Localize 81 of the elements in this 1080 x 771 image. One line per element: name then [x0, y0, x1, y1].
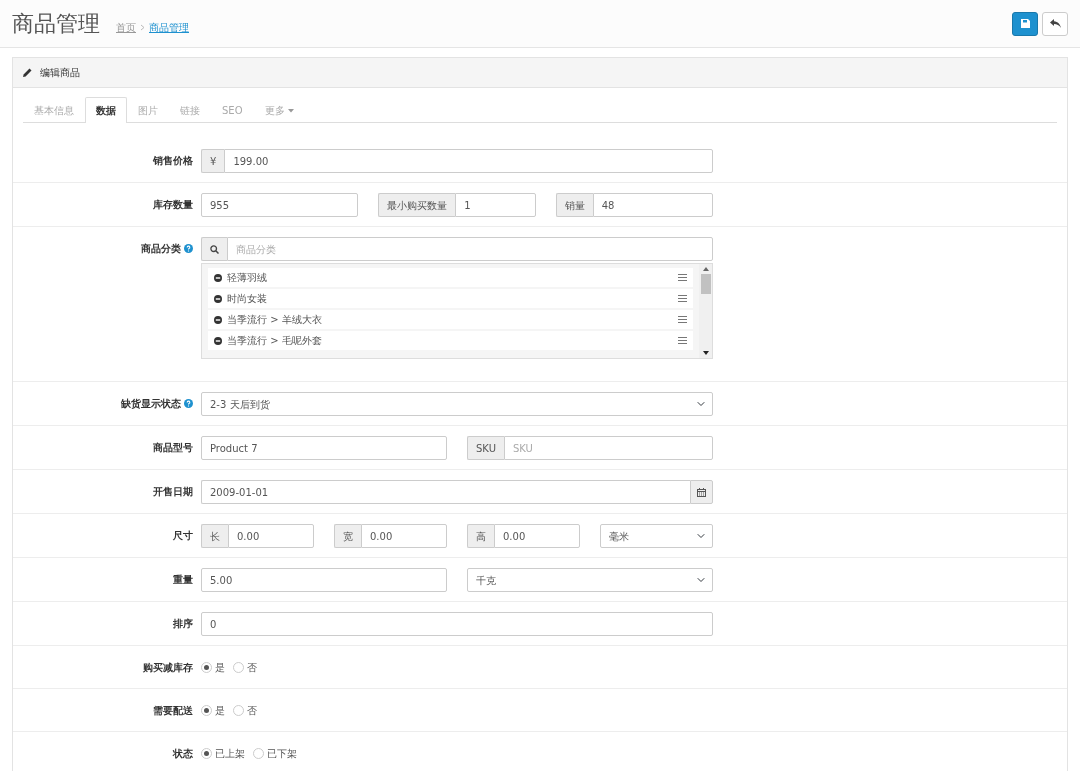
- input-addon: SKU: [467, 436, 504, 460]
- category-item[interactable]: 轻薄羽绒: [208, 268, 693, 287]
- select-field[interactable]: 2-3 天后到货: [201, 392, 713, 416]
- input-addon: 长: [201, 524, 228, 548]
- input-field[interactable]: 2009-01-01: [201, 480, 690, 504]
- input-field[interactable]: 199.00: [224, 149, 713, 173]
- radio-button[interactable]: [201, 662, 212, 673]
- field-label: 重量: [173, 573, 193, 587]
- input-field[interactable]: 0: [201, 612, 713, 636]
- field-label: 缺货显示状态: [121, 397, 181, 411]
- radio-button[interactable]: [253, 748, 264, 759]
- drag-handle-icon[interactable]: [678, 274, 687, 281]
- input-field[interactable]: SKU: [503, 436, 713, 460]
- caret-icon: [287, 108, 294, 113]
- field-label: 商品型号: [153, 441, 193, 455]
- select-field[interactable]: 毫米: [600, 524, 713, 548]
- save-icon: [1020, 19, 1030, 28]
- scrollbar-thumb[interactable]: [700, 274, 711, 294]
- up-arrow-icon: [702, 267, 709, 271]
- input-field[interactable]: 0.00: [494, 524, 580, 548]
- category-item[interactable]: 当季流行 > 毛呢外套: [208, 331, 693, 350]
- radio-label: 已上架: [215, 747, 245, 761]
- down-arrow-icon: [702, 351, 709, 355]
- input-field[interactable]: 48: [592, 193, 713, 217]
- breadcrumb-link[interactable]: 商品管理: [149, 20, 189, 35]
- scrollbar[interactable]: [699, 264, 712, 358]
- field-label: 购买减库存: [143, 661, 193, 675]
- field-label: 排序: [173, 617, 193, 631]
- radio-button[interactable]: [233, 705, 244, 716]
- radio-button[interactable]: [233, 662, 244, 673]
- field-label: 需要配送: [153, 704, 193, 718]
- field-label: 库存数量: [153, 198, 193, 212]
- calendar-button[interactable]: [690, 480, 713, 504]
- reply-icon: [1049, 19, 1061, 28]
- category-name: 轻薄羽绒: [227, 271, 268, 285]
- remove-icon[interactable]: [214, 294, 222, 303]
- radio-button[interactable]: [201, 705, 212, 716]
- field-label: 状态: [173, 747, 193, 761]
- category-item[interactable]: 当季流行 > 羊绒大衣: [208, 310, 693, 329]
- radio-button[interactable]: [201, 748, 212, 759]
- category-name: 当季流行 > 羊绒大衣: [227, 313, 323, 327]
- chevron-icon: [140, 24, 145, 31]
- input-field[interactable]: 0.00: [228, 524, 314, 548]
- tab[interactable]: 数据: [85, 97, 127, 123]
- search-icon: [210, 244, 219, 254]
- radio-label: 已下架: [267, 747, 297, 761]
- remove-icon[interactable]: [214, 336, 222, 345]
- pencil-icon: [23, 68, 32, 77]
- radio-label: 是: [215, 704, 225, 718]
- input-addon: 高: [467, 524, 494, 548]
- radio-label: 否: [247, 704, 257, 718]
- input-field[interactable]: 5.00: [201, 568, 447, 592]
- remove-icon[interactable]: [214, 315, 222, 324]
- input-addon: ¥: [201, 149, 225, 173]
- panel-title: 编辑商品: [40, 66, 80, 80]
- field-label: 商品分类: [141, 242, 181, 256]
- calendar-icon: [697, 487, 706, 497]
- field-label: 尺寸: [173, 529, 193, 543]
- input-addon: 宽: [334, 524, 361, 548]
- category-name: 当季流行 > 毛呢外套: [227, 334, 323, 348]
- input-field[interactable]: 955: [201, 193, 359, 217]
- save-button[interactable]: [1012, 11, 1038, 36]
- remove-icon[interactable]: [214, 273, 222, 282]
- drag-handle-icon[interactable]: [678, 337, 687, 344]
- drag-handle-icon[interactable]: [678, 295, 687, 302]
- select-field[interactable]: 千克: [467, 568, 713, 592]
- radio-label: 否: [247, 661, 257, 675]
- input-addon: 最小购买数量: [378, 193, 456, 217]
- radio-label: 是: [215, 661, 225, 675]
- search-field[interactable]: 商品分类: [227, 237, 713, 261]
- field-label: 销售价格: [153, 154, 193, 168]
- input-field[interactable]: 1: [455, 193, 536, 217]
- category-name: 时尚女装: [227, 292, 268, 306]
- drag-handle-icon[interactable]: [678, 316, 687, 323]
- category-item[interactable]: 时尚女装: [208, 289, 693, 308]
- field-label: 开售日期: [153, 485, 193, 499]
- input-field[interactable]: 0.00: [361, 524, 447, 548]
- input-field[interactable]: Product 7: [201, 436, 447, 460]
- back-button[interactable]: [1042, 11, 1068, 36]
- page-title: 商品管理: [12, 10, 100, 38]
- input-addon: 销量: [555, 193, 593, 217]
